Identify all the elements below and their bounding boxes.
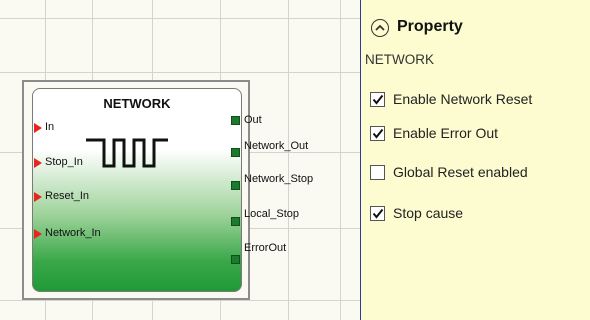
grid-line xyxy=(288,0,289,320)
output-label-network-out: Network_Out xyxy=(244,140,309,152)
block-title: NETWORK xyxy=(103,96,171,111)
checkbox[interactable] xyxy=(370,205,385,221)
output-label-error-out: ErrorOut xyxy=(244,242,287,254)
output-pin-local-stop[interactable] xyxy=(231,217,240,226)
input-pin-stop-in[interactable] xyxy=(34,158,42,168)
checkmark-icon xyxy=(372,128,383,139)
grid-line xyxy=(0,18,360,19)
property-label: Stop cause xyxy=(393,205,464,221)
input-label-network-in: Network_In xyxy=(45,227,101,239)
property-enable-error-out[interactable]: Enable Error Out xyxy=(370,125,498,141)
checkmark-icon xyxy=(372,208,383,219)
output-label-local-stop: Local_Stop xyxy=(244,208,300,220)
input-label-reset-in: Reset_In xyxy=(45,190,90,202)
square-wave-icon xyxy=(86,138,168,168)
output-pin-network-stop[interactable] xyxy=(231,181,240,190)
chevron-up-circle-icon[interactable] xyxy=(371,19,389,37)
property-label: Global Reset enabled xyxy=(393,164,528,180)
output-label-network-stop: Network_Stop xyxy=(244,173,314,185)
output-label-out: Out xyxy=(244,114,262,126)
panel-subtitle: NETWORK xyxy=(365,52,434,67)
input-pin-network-in[interactable] xyxy=(34,229,42,239)
output-pin-network-out[interactable] xyxy=(231,148,240,157)
checkbox[interactable] xyxy=(370,164,385,180)
input-label-in: In xyxy=(45,121,55,133)
input-pin-in[interactable] xyxy=(34,123,42,133)
property-panel xyxy=(361,0,590,320)
panel-title: Property xyxy=(397,18,463,35)
grid-line xyxy=(340,0,341,320)
grid-line xyxy=(0,300,360,301)
input-pin-reset-in[interactable] xyxy=(34,192,42,202)
checkbox[interactable] xyxy=(370,125,385,141)
property-label: Enable Network Reset xyxy=(393,91,533,107)
checkbox[interactable] xyxy=(370,91,385,107)
property-enable-network-reset[interactable]: Enable Network Reset xyxy=(370,91,532,107)
property-stop-cause[interactable]: Stop cause xyxy=(370,205,463,221)
input-label-stop-in: Stop_In xyxy=(45,156,83,168)
checkmark-icon xyxy=(372,94,383,105)
output-pin-error-out[interactable] xyxy=(231,255,240,264)
grid-line xyxy=(0,72,360,73)
property-global-reset-enabled[interactable]: Global Reset enabled xyxy=(370,164,528,180)
output-pin-out[interactable] xyxy=(231,116,240,125)
property-label: Enable Error Out xyxy=(393,125,499,141)
